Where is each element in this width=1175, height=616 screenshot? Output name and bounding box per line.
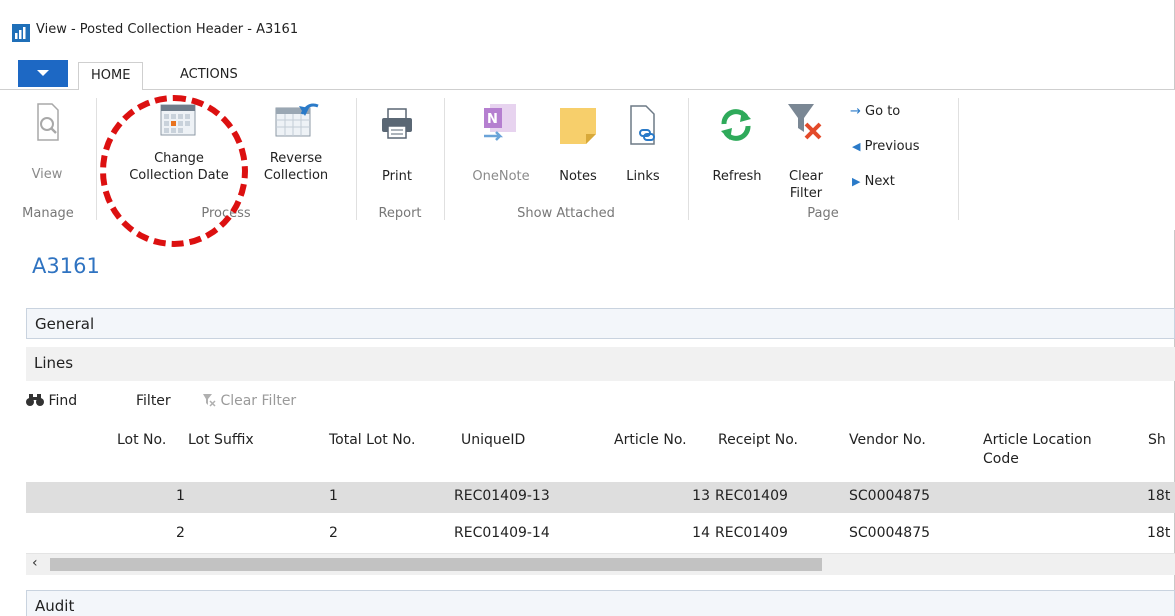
triangle-right-icon: ▶ bbox=[852, 175, 861, 188]
previous-button[interactable]: ◀ Previous bbox=[852, 139, 920, 154]
scroll-left-icon[interactable]: ‹ bbox=[32, 555, 38, 571]
refresh-label: Refresh bbox=[712, 169, 762, 184]
cell-article-no: 13 bbox=[692, 488, 710, 504]
horizontal-scrollbar[interactable]: ‹ bbox=[26, 553, 1175, 575]
column-header-lot-suffix[interactable]: Lot Suffix bbox=[188, 431, 254, 450]
clear-filter-link[interactable]: Clear Filter bbox=[202, 393, 296, 409]
refresh-button[interactable]: Refresh bbox=[704, 98, 770, 198]
clear-filter-button[interactable]: Clear Filter bbox=[778, 98, 834, 201]
group-divider bbox=[356, 98, 357, 220]
column-header-article-no[interactable]: Article No. bbox=[614, 431, 687, 450]
group-label-report: Report bbox=[378, 206, 422, 221]
cell-receipt-no: REC01409 bbox=[715, 525, 788, 541]
cell-article-no: 14 bbox=[692, 525, 710, 541]
column-header-vendor-no[interactable]: Vendor No. bbox=[849, 431, 926, 450]
column-header-receipt-no[interactable]: Receipt No. bbox=[718, 431, 798, 450]
cell-vendor-no: SC0004875 bbox=[849, 488, 931, 504]
fasttab-audit[interactable]: Audit bbox=[26, 590, 1175, 616]
column-header-line2: Code bbox=[983, 451, 1019, 467]
onenote-label: OneNote bbox=[472, 169, 530, 184]
find-button[interactable]: Find bbox=[26, 393, 77, 409]
group-label-manage: Manage bbox=[22, 206, 74, 221]
ribbon-tabs: HOME ACTIONS bbox=[0, 58, 1175, 91]
notes-label: Notes bbox=[559, 169, 597, 184]
onenote-icon: N bbox=[484, 104, 516, 141]
table-row[interactable]: 1 1 REC01409-13 13 REC01409 SC0004875 18… bbox=[26, 482, 1175, 513]
cell-sh: 18t bbox=[1147, 488, 1171, 504]
clear-filter-line2: Filter bbox=[789, 186, 823, 201]
group-divider bbox=[958, 98, 959, 220]
page-title: A3161 bbox=[32, 254, 100, 278]
view-icon bbox=[37, 103, 59, 141]
reverse-collection-button[interactable]: Reverse Collection bbox=[248, 98, 344, 198]
cell-unique-id: REC01409-13 bbox=[454, 488, 550, 504]
lines-table: Lot No. Lot Suffix Total Lot No. UniqueI… bbox=[26, 420, 1175, 555]
onenote-button[interactable]: N OneNote bbox=[460, 98, 542, 198]
view-label: View bbox=[31, 167, 63, 182]
group-divider bbox=[444, 98, 445, 220]
binoculars-icon bbox=[26, 394, 44, 406]
cell-lot-no: 1 bbox=[176, 488, 185, 504]
reverse-collection-icon bbox=[275, 103, 319, 137]
cell-sh: 18t bbox=[1147, 525, 1171, 541]
printer-icon bbox=[382, 108, 412, 139]
window-title: View - Posted Collection Header - A3161 bbox=[36, 22, 299, 37]
file-menu-button[interactable] bbox=[18, 60, 68, 87]
group-divider bbox=[96, 98, 97, 220]
app-icon bbox=[12, 24, 30, 42]
clear-filter-icon bbox=[788, 104, 822, 140]
clear-filter-small-icon bbox=[203, 394, 216, 407]
clear-filter-label: Clear Filter bbox=[220, 393, 297, 409]
fasttab-lines[interactable]: Lines bbox=[26, 347, 1175, 381]
arrow-right-icon: → bbox=[850, 104, 861, 119]
group-label-page: Page bbox=[807, 206, 839, 221]
fasttab-general[interactable]: General bbox=[26, 308, 1175, 339]
table-row[interactable]: 2 2 REC01409-14 14 REC01409 SC0004875 18… bbox=[26, 519, 1175, 550]
clear-filter-line1: Clear bbox=[789, 169, 823, 184]
scrollbar-thumb[interactable] bbox=[50, 558, 822, 571]
print-button[interactable]: Print bbox=[372, 98, 422, 198]
cell-total-lot-no: 1 bbox=[329, 488, 338, 504]
tab-actions[interactable]: ACTIONS bbox=[168, 62, 250, 90]
notes-button[interactable]: Notes bbox=[548, 98, 608, 198]
find-label: Find bbox=[48, 393, 78, 409]
links-label: Links bbox=[626, 169, 660, 184]
next-button[interactable]: ▶ Next bbox=[852, 174, 895, 189]
highlight-circle bbox=[100, 95, 248, 247]
cell-unique-id: REC01409-14 bbox=[454, 525, 550, 541]
reverse-label-line1: Reverse bbox=[269, 151, 323, 166]
reverse-label-line2: Collection bbox=[263, 168, 329, 183]
next-label: Next bbox=[864, 174, 895, 189]
column-header-unique-id[interactable]: UniqueID bbox=[461, 431, 525, 450]
window: View - Posted Collection Header - A3161 … bbox=[0, 0, 1175, 616]
cell-vendor-no: SC0004875 bbox=[849, 525, 931, 541]
lines-toolbar: Find Filter Clear Filter bbox=[26, 383, 1175, 417]
view-button[interactable]: View bbox=[22, 98, 72, 198]
tab-home[interactable]: HOME bbox=[78, 62, 144, 91]
group-label-show-attached: Show Attached bbox=[517, 206, 615, 221]
print-label: Print bbox=[382, 169, 412, 184]
column-header-total-lot-no[interactable]: Total Lot No. bbox=[329, 431, 415, 450]
cell-receipt-no: REC01409 bbox=[715, 488, 788, 504]
column-header-line1: Article Location bbox=[983, 432, 1092, 448]
column-header-article-location-code[interactable]: Article Location Code bbox=[983, 431, 1092, 469]
links-button[interactable]: Links bbox=[618, 98, 668, 198]
notes-icon bbox=[560, 108, 596, 144]
cell-total-lot-no: 2 bbox=[329, 525, 338, 541]
refresh-icon bbox=[721, 109, 751, 141]
previous-label: Previous bbox=[864, 139, 920, 154]
svg-text:N: N bbox=[487, 112, 498, 127]
go-to-button[interactable]: → Go to bbox=[850, 104, 900, 119]
dropdown-arrow-icon bbox=[37, 70, 49, 76]
filter-button[interactable]: Filter bbox=[136, 393, 171, 409]
column-header-sh[interactable]: Sh bbox=[1148, 431, 1166, 450]
links-icon bbox=[630, 105, 655, 145]
triangle-left-icon: ◀ bbox=[852, 140, 861, 153]
title-bar: View - Posted Collection Header - A3161 bbox=[0, 0, 1175, 58]
cell-lot-no: 2 bbox=[176, 525, 185, 541]
column-header-lot-no[interactable]: Lot No. bbox=[117, 431, 166, 450]
go-to-label: Go to bbox=[865, 104, 901, 119]
group-divider bbox=[688, 98, 689, 220]
